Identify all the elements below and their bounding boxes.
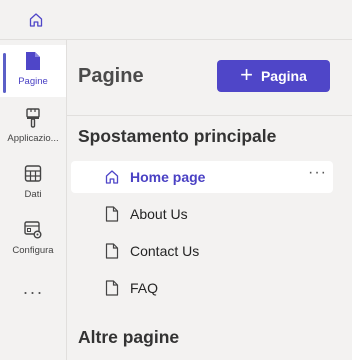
rail-item-configura[interactable]: Configura bbox=[0, 214, 66, 266]
pages-panel: Pagine + Pagina Spostamento principale H… bbox=[67, 40, 352, 360]
home-button[interactable] bbox=[22, 8, 50, 32]
table-icon bbox=[24, 165, 42, 182]
panel-header: Pagine + Pagina bbox=[67, 40, 352, 116]
main-nav-list: Home page ··· About Us Contact Us FAQ bbox=[71, 161, 333, 309]
nav-item-about-us[interactable]: About Us bbox=[71, 198, 333, 230]
main-nav-title: Spostamento principale bbox=[78, 126, 277, 146]
rail-item-label: Configura bbox=[12, 245, 54, 256]
rail-item-pagine[interactable]: Pagine bbox=[0, 45, 66, 97]
new-page-button-label: Pagina bbox=[260, 68, 307, 84]
left-rail: Pagine Applicazio... Dati Configura ··· bbox=[0, 40, 67, 360]
new-page-button[interactable]: + Pagina bbox=[217, 60, 330, 92]
brush-icon bbox=[26, 108, 40, 128]
nav-item-label: FAQ bbox=[130, 280, 159, 296]
rail-item-dati[interactable]: Dati bbox=[0, 158, 66, 210]
plus-icon: + bbox=[240, 62, 253, 87]
more-options-button[interactable]: ··· bbox=[308, 164, 327, 182]
nav-item-contact-us[interactable]: Contact Us bbox=[71, 235, 333, 267]
page-icon bbox=[26, 52, 40, 70]
home-icon bbox=[29, 13, 43, 27]
rail-item-label: Dati bbox=[24, 189, 42, 200]
rail-item-applicazioni[interactable]: Applicazio... bbox=[0, 102, 66, 154]
nav-item-faq[interactable]: FAQ bbox=[71, 272, 333, 304]
nav-item-label: Home page bbox=[130, 169, 206, 185]
top-bar bbox=[0, 0, 352, 40]
panel-title: Pagine bbox=[78, 65, 144, 87]
settings-icon bbox=[24, 221, 42, 239]
home-icon bbox=[103, 169, 121, 185]
rail-more-button[interactable]: ··· bbox=[0, 280, 66, 304]
rail-item-label: Applicazio... bbox=[7, 133, 59, 144]
rail-item-label: Pagine bbox=[18, 76, 48, 87]
page-icon bbox=[103, 243, 121, 259]
nav-item-home-page[interactable]: Home page ··· bbox=[71, 161, 333, 193]
page-icon bbox=[103, 280, 121, 296]
nav-item-label: Contact Us bbox=[130, 243, 200, 259]
page-icon bbox=[103, 206, 121, 222]
nav-item-label: About Us bbox=[130, 206, 188, 222]
other-pages-title: Altre pagine bbox=[78, 327, 180, 347]
